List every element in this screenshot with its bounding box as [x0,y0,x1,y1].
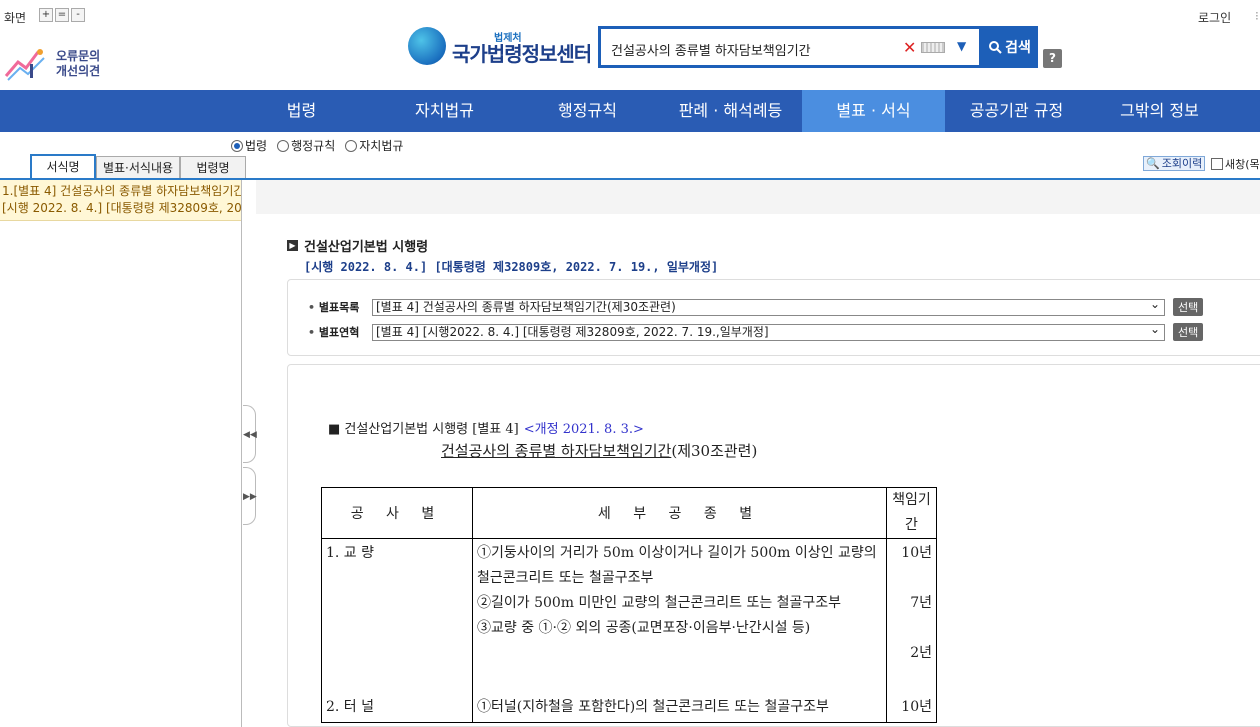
left-panel: 1.[별표 4] 건설공사의 종류별 하자담보책임기간 [시행 2022. 8.… [0,180,242,727]
doc-heading: ■ 건설산업기본법 시행령 [별표 4] <개정 2021. 8. 3.> [328,418,644,437]
history-label: 조회이력 [1161,157,1203,170]
content-top-bar [256,180,1260,214]
select-label: 별표목록 [308,299,364,315]
clear-icon[interactable]: ✕ [903,38,916,57]
nav-item-admin-rule[interactable]: 행정규칙 [516,90,659,132]
search-button-label: 검색 [1005,40,1031,56]
warranty-table: 공 사 별 세 부 공 종 별 책임기간 1. 교 량 ①기둥사이의 거리가 5… [321,487,937,723]
radio-unchecked-icon [345,139,358,152]
period-value: 7년 [910,595,932,611]
tab-form-content[interactable]: 별표·서식내용 [96,156,180,180]
zoom-in-button[interactable]: + [39,8,53,22]
left-tabs: 서식명 별표·서식내용 법령명 [0,154,1260,180]
work-item: ①터널(지하철을 포함한다)의 철근콘크리트 또는 철골구조부 [477,699,829,715]
attachment-history-select[interactable]: [별표 4] [시행2022. 8. 4.] [대통령령 제32809호, 20… [372,323,1165,341]
collapse-left-button[interactable]: ◀◀ [243,405,257,463]
checkbox-icon [1211,158,1223,170]
select-row-history: 별표연혁 [별표 4] [시행2022. 8. 4.] [대통령령 제32809… [308,323,1204,341]
nav-item-law[interactable]: 법령 [230,90,373,132]
period-value: 2년 [910,645,932,661]
error-report-label-2: 개선의견 [56,64,101,78]
table-row: 2. 터 널 ①터널(지하철을 포함한다)의 철근콘크리트 또는 철골구조부 1… [321,693,937,723]
expand-left-button[interactable]: ▶▶ [243,467,257,525]
feedback-icon [4,46,50,82]
history-button[interactable]: 🔍 조회이력 [1143,156,1206,171]
search-button[interactable]: 검색 [982,26,1038,68]
table-cell-period: 10년 7년 2년 [886,538,937,693]
dropdown-arrow-icon[interactable]: ▼ [957,39,966,53]
law-info: ▶ 건설산업기본법 시행령 [시행 2022. 8. 4.] [대통령령 제328… [287,236,718,275]
radio-checked-icon [231,139,243,152]
table-cell-work: ①터널(지하철을 포함한다)의 철근콘크리트 또는 철골구조부 [472,693,887,723]
col-header: 공 사 별 [321,487,473,539]
zoom-controls: + = - [39,8,85,22]
logo-title: 국가법령정보센터 [452,41,592,66]
table-cell-period: 10년 [886,693,937,723]
select-label: 별표연혁 [308,324,364,340]
radio-law[interactable]: 법령 [231,137,267,154]
nav-item-public-rule[interactable]: 공공기관 규정 [945,90,1088,132]
search-input[interactable]: 건설공사의 종류별 하자담보책임기간 [611,40,811,59]
radio-unchecked-icon [277,139,290,152]
select-button[interactable]: 선택 [1173,323,1204,341]
search-icon [989,40,1002,54]
work-item: ③교량 중 ①·② 외의 공종(교면포장·이음부·난간시설 등) [477,620,811,636]
doc-title-suffix: (제30조관련) [671,442,758,460]
radio-label: 법령 [245,139,268,153]
list-item[interactable]: 1.[별표 4] 건설공사의 종류별 하자담보책임기간 [시행 2022. 8.… [0,180,241,221]
logo-emblem-icon [408,27,446,65]
arrow-bullet-icon: ▶ [287,240,298,251]
law-subtitle: [시행 2022. 8. 4.] [대통령령 제32809호, 2022. 7.… [304,260,719,274]
work-item: ①기둥사이의 거리가 50m 이상이거나 길이가 500m 이상인 교량의 철근… [477,545,877,586]
attachment-list-select[interactable]: [별표 4] 건설공사의 종류별 하자담보책임기간(제30조관련) [372,298,1165,316]
site-logo[interactable]: 법제처 국가법령정보센터 [408,27,592,66]
doc-heading-text: ■ 건설산업기본법 시행령 [별표 4] [328,422,519,437]
nav-item-other-info[interactable]: 그밖의 정보 [1088,90,1231,132]
table-cell-type: 1. 교 량 [321,538,473,693]
table-row: 1. 교 량 ①기둥사이의 거리가 50m 이상이거나 길이가 500m 이상인… [321,538,937,693]
attachment-document: ■ 건설산업기본법 시행령 [별표 4] <개정 2021. 8. 3.> 건설… [287,364,1260,727]
law-type-radios: 법령 행정규칙 자치법규 [231,137,403,154]
new-window-checkbox[interactable]: 새창(목 [1211,156,1260,172]
tab-law-name[interactable]: 법령명 [180,156,246,180]
keyboard-icon[interactable] [921,42,945,53]
period-value: 10년 [901,545,932,561]
table-cell-work: ①기둥사이의 거리가 50m 이상이거나 길이가 500m 이상인 교량의 철근… [472,538,887,693]
list-item-meta: [시행 2022. 8. 4.] [대통령령 제32809호, 2022. 7.… [2,201,242,215]
screen-label: 화면 [4,11,27,25]
login-link[interactable]: 로그인 [1198,9,1231,26]
work-item: ②길이가 500m 미만인 교량의 철근콘크리트 또는 철골구조부 [477,595,842,611]
search-box[interactable]: 건설공사의 종류별 하자담보책임기간 ✕ ▼ [598,26,982,68]
zoom-reset-button[interactable]: = [55,8,69,22]
law-title: 건설산업기본법 시행령 [304,240,429,255]
select-button[interactable]: 선택 [1173,298,1204,316]
help-button[interactable]: ? [1043,49,1062,68]
new-window-label: 새창(목 [1225,158,1260,171]
selector-panel: 별표목록 [별표 4] 건설공사의 종류별 하자담보책임기간(제30조관련) 선… [287,279,1260,356]
table-cell-type: 2. 터 널 [321,693,473,723]
separator-icon: ⁝ [1255,9,1259,23]
error-report-link[interactable]: 오류문의 개선의견 [4,46,100,82]
radio-label: 자치법규 [359,139,404,153]
doc-title: 건설공사의 종류별 하자담보책임기간(제30조관련) [441,440,757,461]
period-value: 10년 [901,699,932,715]
zoom-out-button[interactable]: - [71,8,85,22]
radio-admin-rule[interactable]: 행정규칙 [277,137,335,154]
nav-item-local-law[interactable]: 자치법규 [373,90,516,132]
radio-local-law[interactable]: 자치법규 [345,137,403,154]
col-header: 세 부 공 종 별 [472,487,887,539]
nav-item-precedent[interactable]: 판례 · 해석례등 [659,90,802,132]
list-item-title: 1.[별표 4] 건설공사의 종류별 하자담보책임기간 [2,184,242,198]
error-report-label-1: 오류문의 [56,49,101,63]
select-row-list: 별표목록 [별표 4] 건설공사의 종류별 하자담보책임기간(제30조관련) 선… [308,298,1204,316]
search-icon: 🔍 [1146,157,1160,170]
doc-revision: <개정 2021. 8. 3.> [523,422,644,437]
nav-item-attachment-form[interactable]: 별표 · 서식 [802,90,945,132]
top-header: 화면 + = - 로그인 ⁝ 오류문의 개선의견 법제처 국가법령정보센터 건설… [0,0,1260,90]
radio-label: 행정규칙 [291,139,336,153]
main-nav: 법령 자치법규 행정규칙 판례 · 해석례등 별표 · 서식 공공기관 규정 그… [0,90,1260,132]
col-header: 책임기간 [886,487,937,539]
tab-form-name[interactable]: 서식명 [30,154,96,180]
doc-title-text: 건설공사의 종류별 하자담보책임기간 [441,442,672,460]
